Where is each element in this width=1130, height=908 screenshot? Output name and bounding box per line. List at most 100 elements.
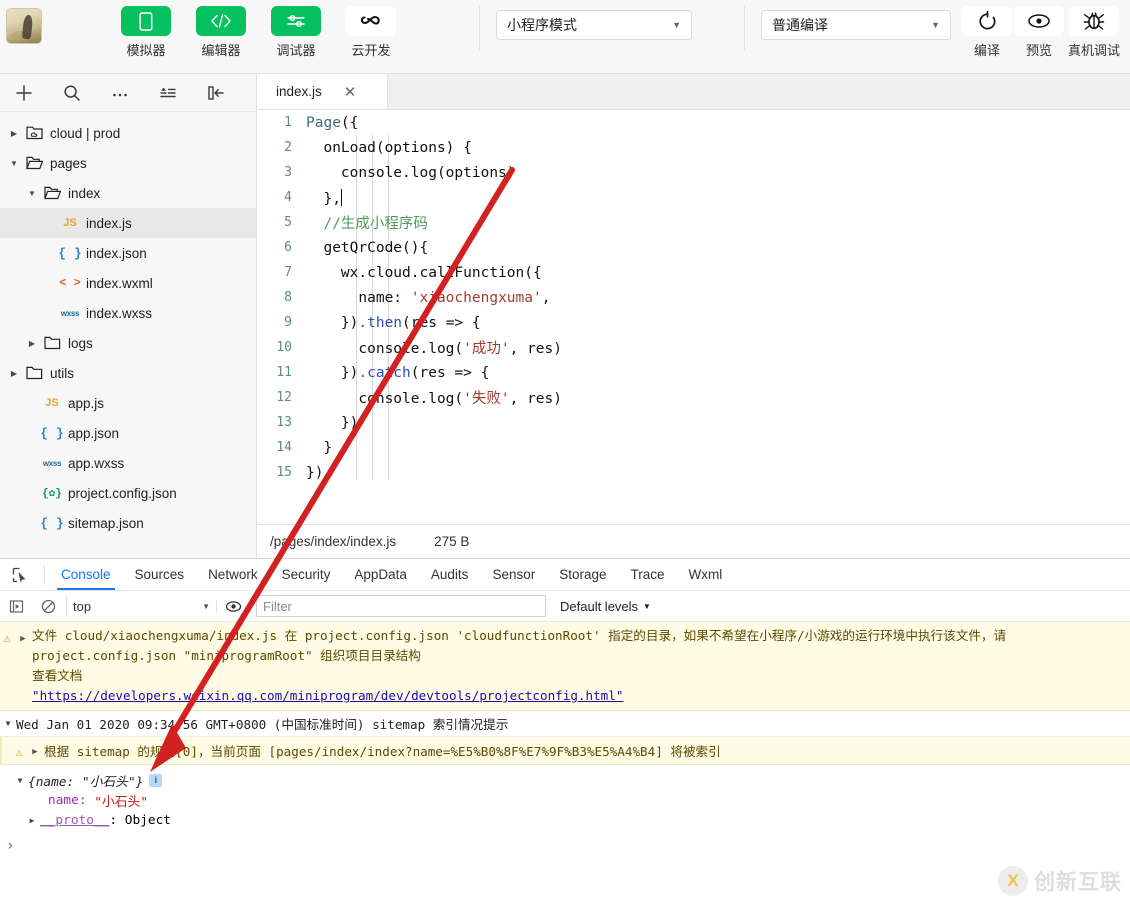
code-icon — [196, 6, 246, 36]
clear-console-icon[interactable] — [32, 599, 64, 614]
preview-label: 预览 — [1026, 40, 1052, 59]
compile-button[interactable]: 编译 — [961, 6, 1013, 59]
tree-item-cloud-prod[interactable]: ▶ cloud | prod — [0, 118, 256, 148]
code-line-text: getQrCode(){ — [306, 240, 428, 256]
inspect-element-icon[interactable] — [0, 559, 40, 590]
expand-caret-icon[interactable]: ▶ — [14, 629, 32, 649]
tree-item-label: cloud | prod — [50, 126, 120, 141]
top-toolbar: 模拟器 编辑器 调试器 云开发 — [0, 0, 1130, 74]
console-filter-input[interactable]: Filter — [256, 595, 546, 617]
code-line-text: console.log('失败', res) — [306, 387, 562, 408]
tree-item-app-json[interactable]: ▶{ }app.json — [0, 418, 256, 448]
console-context-select[interactable]: top ▼ — [66, 595, 216, 617]
tree-item-project-config-json[interactable]: ▶{✿}project.config.json — [0, 478, 256, 508]
object-proto-row[interactable]: ▶ __proto__ : Object — [0, 810, 1130, 830]
cloud-dev-button[interactable]: 云开发 — [345, 6, 397, 59]
warning-icon: ⚠ — [0, 628, 14, 648]
editor-button[interactable]: 编辑器 — [195, 6, 247, 59]
expand-caret-icon[interactable]: ▶ — [26, 747, 44, 757]
tree-item-index[interactable]: ▼index — [0, 178, 256, 208]
debugger-button[interactable]: 调试器 — [270, 6, 322, 59]
search-icon[interactable] — [48, 84, 96, 102]
compile-select-value: 普通编译 — [772, 15, 828, 35]
warning-icon: ⚠ — [12, 745, 26, 759]
devtools-tab-audits[interactable]: Audits — [419, 559, 481, 590]
console-warning-message[interactable]: ⚠ ▶ 文件 cloud/xiaochengxuma/index.js 在 pr… — [0, 622, 1130, 711]
expand-caret-icon[interactable]: ▶ — [6, 369, 22, 378]
preview-button[interactable]: 预览 — [1013, 6, 1065, 59]
chevron-down-icon: ▼ — [202, 602, 210, 611]
devtools-tab-security[interactable]: Security — [270, 559, 343, 590]
line-number: 8 — [258, 290, 306, 305]
collapse-caret-icon[interactable]: ▼ — [24, 189, 40, 198]
miniprogram-devtools-window: 模拟器 编辑器 调试器 云开发 — [0, 0, 1130, 908]
devtools-tab-trace[interactable]: Trace — [619, 559, 677, 590]
tree-item-index-js[interactable]: ▶JSindex.js — [0, 208, 256, 238]
execute-icon[interactable] — [0, 599, 32, 614]
code-area[interactable]: 1Page({2 onLoad(options) {3 console.log(… — [258, 110, 1130, 522]
editor-tab-index-js[interactable]: index.js ✕ — [258, 74, 388, 109]
devtools-tab-storage[interactable]: Storage — [547, 559, 618, 590]
tree-item-label: project.config.json — [68, 486, 177, 501]
collapse-all-icon[interactable] — [144, 84, 192, 102]
code-line-text: }) — [306, 415, 358, 431]
code-line[interactable]: 12 console.log('失败', res) — [258, 385, 1130, 410]
code-line-text: console.log('成功', res) — [306, 337, 562, 358]
code-line[interactable]: 10 console.log('成功', res) — [258, 335, 1130, 360]
devtools-tabbar: ConsoleSourcesNetwork Security AppDataAudi… — [0, 559, 1130, 591]
code-line-text: }).then(res => { — [306, 315, 481, 331]
add-file-icon[interactable] — [0, 84, 48, 102]
collapse-caret-icon[interactable]: ▼ — [0, 719, 16, 728]
compile-select[interactable]: 普通编译 ▼ — [761, 10, 951, 40]
simulator-button[interactable]: 模拟器 — [120, 6, 172, 59]
tree-item-pages[interactable]: ▼pages — [0, 148, 256, 178]
devtools-tab-sensor[interactable]: Sensor — [480, 559, 547, 590]
tree-item-index-wxml[interactable]: ▶< >index.wxml — [0, 268, 256, 298]
line-number: 1 — [258, 115, 306, 130]
collapse-caret-icon[interactable]: ▼ — [6, 159, 22, 168]
toolbar-divider-2 — [744, 6, 745, 50]
devtools-tab-label: Security — [282, 567, 331, 582]
expand-caret-icon[interactable]: ▶ — [24, 339, 40, 348]
code-line-text: name: 'xiaochengxuma', — [306, 290, 550, 306]
console-eye-icon[interactable] — [216, 600, 250, 613]
toolbar-divider-1 — [479, 6, 480, 50]
code-line[interactable]: 5 //生成小程序码 — [258, 210, 1130, 235]
line-number: 3 — [258, 165, 306, 180]
warning-text-line2: project.config.json "miniprogramRoot" 组织… — [32, 646, 1006, 666]
tree-item-logs[interactable]: ▶logs — [0, 328, 256, 358]
console-group-header[interactable]: ▼ Wed Jan 01 2020 09:34:56 GMT+0800 (中国标… — [0, 711, 1130, 737]
expand-caret-icon[interactable]: ▶ — [24, 816, 40, 825]
tree-item-app-js[interactable]: ▶JSapp.js — [0, 388, 256, 418]
expand-caret-icon[interactable]: ▶ — [6, 129, 22, 138]
sidebar-action-bar — [0, 74, 256, 112]
tree-item-utils[interactable]: ▶utils — [0, 358, 256, 388]
code-line[interactable]: 1Page({ — [258, 110, 1130, 135]
tree-item-index-json[interactable]: ▶{ }index.json — [0, 238, 256, 268]
line-number: 14 — [258, 440, 306, 455]
console-prompt[interactable]: › — [0, 832, 1130, 854]
real-device-debug-button[interactable]: 真机调试 — [1065, 6, 1123, 59]
tree-item-sitemap-json[interactable]: ▶{ }sitemap.json — [0, 508, 256, 538]
tree-item-index-wxss[interactable]: ▶wxssindex.wxss — [0, 298, 256, 328]
object-summary-row[interactable]: ▼ {name: "小石头"} i — [0, 770, 1130, 790]
object-proto-value: : Object — [109, 813, 171, 828]
devtools-tab-sources[interactable]: Sources — [123, 559, 197, 590]
avatar[interactable] — [6, 8, 42, 44]
console-sitemap-warning[interactable]: ⚠ ▶ 根据 sitemap 的规则[0]，当前页面 [pages/index/… — [0, 737, 1130, 765]
devtools-tab-console[interactable]: Console — [49, 559, 123, 590]
console-levels-select[interactable]: Default levels ▼ — [560, 599, 651, 614]
collapse-caret-icon[interactable]: ▼ — [12, 776, 28, 785]
tree-item-label: app.js — [68, 396, 104, 411]
devtools-tab-network[interactable]: Network — [196, 559, 270, 590]
warning-doc-link[interactable]: "https://developers.weixin.qq.com/minipr… — [32, 686, 1006, 706]
info-icon[interactable]: i — [149, 774, 162, 787]
more-options-icon[interactable] — [96, 84, 144, 102]
devtools-tab-wxml[interactable]: Wxml — [677, 559, 735, 590]
toggle-panel-icon[interactable] — [192, 84, 240, 102]
tree-item-app-wxss[interactable]: ▶wxssapp.wxss — [0, 448, 256, 478]
mode-select[interactable]: 小程序模式 ▼ — [496, 10, 692, 40]
tree-item-label: app.wxss — [68, 456, 124, 471]
close-icon[interactable]: ✕ — [344, 83, 357, 101]
devtools-tab-appdata[interactable]: AppData — [342, 559, 419, 590]
